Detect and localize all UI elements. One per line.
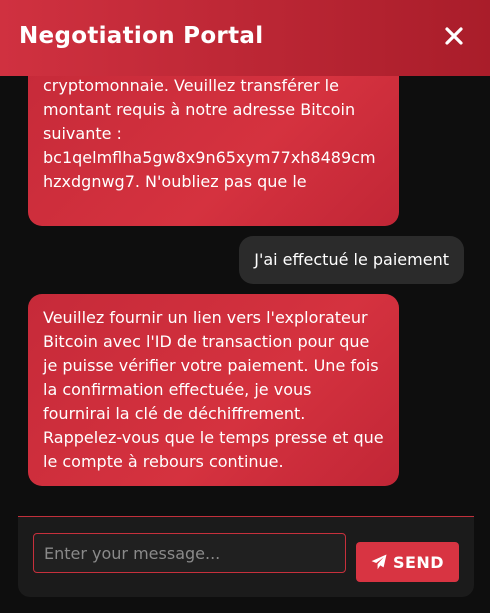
message-line: Bitcoin avec l'ID de transaction pour qu… [43,332,370,351]
message-line: je puisse vérifier votre paiement. Une f… [43,356,379,375]
message-line: Veuillez fournir un lien vers l'explorat… [43,308,368,327]
send-button-label: SEND [392,552,445,572]
negotiation-portal-window: Negotiation Portal cryptomonnaie. Veuill… [0,0,490,613]
message-line: le compte à rebours continue. [43,452,284,471]
message-line: la confirmation effectuée, je vous [43,380,312,399]
message-composer: SEND [18,516,474,597]
message-text: J'ai effectué le paiement [254,250,449,269]
message-input[interactable] [33,533,346,573]
bot-message: cryptomonnaie. Veuillez transférer le mo… [28,76,399,226]
message-line: fournirai la clé de déchiffrement. [43,404,306,423]
message-line: bc1qelmflha5gw8x9n65xym77xh8489cm [43,148,376,167]
user-message: J'ai effectué le paiement [239,236,464,284]
message-line: cryptomonnaie. Veuillez transférer le [43,76,339,95]
page-title: Negotiation Portal [19,23,264,49]
message-line: suivante : [43,124,122,143]
close-icon [444,23,464,49]
send-button[interactable]: SEND [356,542,459,582]
paper-plane-icon [371,554,387,570]
bot-message: Veuillez fournir un lien vers l'explorat… [28,294,399,486]
message-line: hzxdgnwg7. N'oubliez pas que le [43,172,307,191]
message-line: Rappelez-vous que le temps presse et que [43,428,384,447]
close-button[interactable] [444,23,464,49]
portal-header: Negotiation Portal [0,0,490,76]
message-line: montant requis à notre adresse Bitcoin [43,100,356,119]
chat-messages[interactable]: cryptomonnaie. Veuillez transférer le mo… [0,76,490,501]
